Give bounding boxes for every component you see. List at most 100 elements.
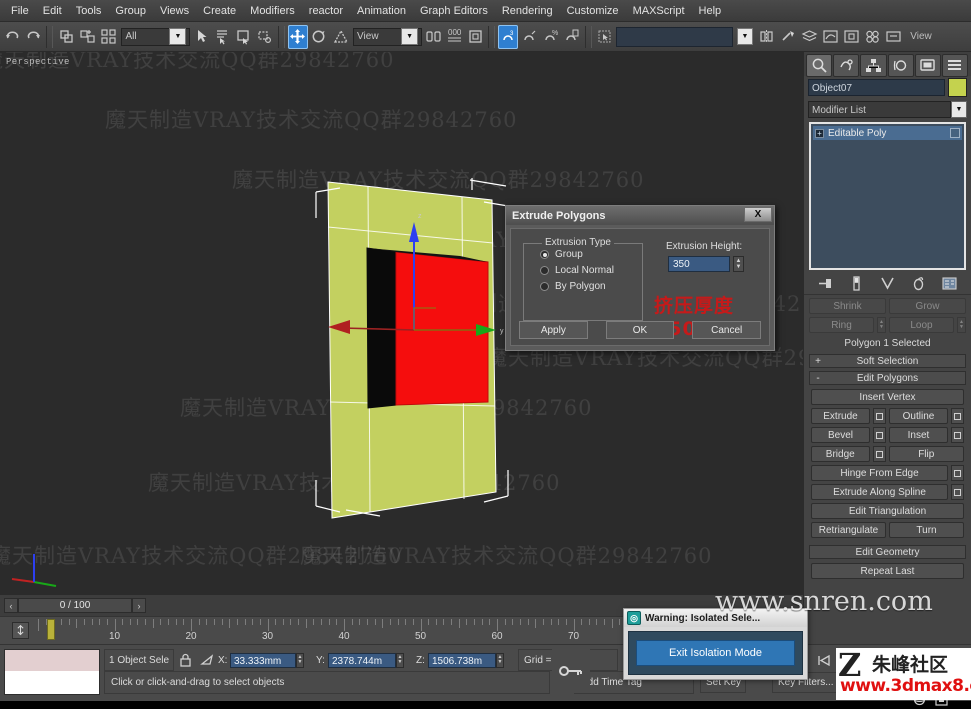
chevron-down-icon[interactable]: ▼ [951,101,967,118]
extrude-settings-icon[interactable] [873,408,886,424]
radio-icon[interactable] [540,266,549,275]
outline-settings-icon[interactable] [951,408,964,424]
configure-modifier-sets-icon[interactable] [940,274,960,292]
hinge-from-edge-button[interactable]: Hinge From Edge [811,465,948,481]
viewport-layout-combo[interactable]: View [907,28,969,46]
utilities-tab[interactable] [941,53,969,77]
ok-button[interactable]: OK [605,321,675,339]
y-spinner[interactable]: ▲ ▼ [396,652,404,668]
bevel-settings-icon[interactable] [873,427,886,443]
use-pivot-point-center-icon[interactable] [423,25,443,49]
redo-icon[interactable] [23,25,43,49]
retriangulate-button[interactable]: Retriangulate [811,522,886,538]
radio-group[interactable]: Group [540,249,642,260]
modifier-stack[interactable]: + Editable Poly [809,122,966,270]
loop-spinner[interactable]: ▲ ▼ [957,317,966,333]
named-selection-dropdown[interactable]: ▼ [734,28,756,46]
extrude-along-spline-button[interactable]: Extrude Along Spline [811,484,948,500]
rollout-edit-geometry[interactable]: Edit Geometry [809,545,966,559]
radio-icon[interactable] [540,282,549,291]
repeat-last-button[interactable]: Repeat Last [811,563,964,579]
edit-named-selection-sets-icon[interactable] [595,25,615,49]
mirror-objects-icon[interactable] [757,25,777,49]
extrude-button[interactable]: Extrude [811,408,870,424]
radio-icon[interactable] [540,250,549,259]
selection-filter-combo[interactable]: All ▼ [121,27,191,46]
radio-local-normal[interactable]: Local Normal [540,265,642,276]
radio-by-polygon[interactable]: By Polygon [540,281,642,292]
menu-item-reactor[interactable]: reactor [302,2,350,20]
y-value-input[interactable]: 2378.744m [328,652,396,668]
bridge-settings-icon[interactable] [872,446,886,462]
modifier-stack-item[interactable]: + Editable Poly [813,126,962,140]
z-value-input[interactable]: 1506.738m [428,652,496,668]
close-icon[interactable]: X [744,207,772,222]
shrink-button[interactable]: Shrink [809,298,886,314]
align-icon[interactable] [778,25,798,49]
flip-button[interactable]: Flip [888,446,964,462]
edit-triangulation-button[interactable]: Edit Triangulation [811,503,964,519]
undo-icon[interactable] [2,25,22,49]
bridge-button[interactable]: Bridge [811,446,870,462]
menu-item-group[interactable]: Group [108,2,153,20]
listener-white-pane[interactable] [5,672,99,694]
loop-button[interactable]: Loop [889,317,954,333]
ring-spinner[interactable]: ▲ ▼ [877,317,886,333]
remove-modifier-icon[interactable] [909,274,929,292]
menu-item-rendering[interactable]: Rendering [495,2,560,20]
dialog-titlebar[interactable]: Extrude Polygons X [506,206,774,225]
object-name-field[interactable]: Object07 [808,79,945,96]
unlink-selection-icon[interactable] [77,25,97,49]
bevel-button[interactable]: Bevel [811,427,870,443]
layer-manager-icon[interactable] [799,25,819,49]
time-slider-handle[interactable] [47,619,55,640]
rectangular-selection-region-icon[interactable] [234,25,254,49]
angle-snap-toggle-icon[interactable] [519,25,539,49]
named-selection-set-field[interactable] [615,26,733,47]
maxscript-mini-listener[interactable] [4,649,100,695]
menu-item-tools[interactable]: Tools [69,2,109,20]
bind-to-space-warp-icon[interactable] [98,25,118,49]
show-end-result-icon[interactable] [847,274,867,292]
display-tab[interactable] [914,53,941,77]
percent-snap-toggle-icon[interactable]: % [541,25,561,49]
menu-item-file[interactable]: File [4,2,36,20]
hinge-settings-icon[interactable] [951,465,964,481]
extrusion-height-input[interactable]: 350 [668,256,730,272]
select-by-name-icon[interactable] [213,25,233,49]
x-spinner[interactable]: ▲ ▼ [296,652,304,668]
snap-toggle-icon[interactable]: 3 [498,24,519,49]
apply-button[interactable]: Apply [519,321,588,339]
set-key-icon[interactable] [552,649,590,693]
align-toolbar-icon[interactable]: 000 [444,25,464,49]
hierarchy-tab[interactable] [860,53,887,77]
select-and-move-icon[interactable] [287,24,308,49]
ring-button[interactable]: Ring [809,317,874,333]
listener-pink-pane[interactable] [5,650,99,672]
motion-tab[interactable] [887,53,914,77]
lock-selection-icon[interactable] [174,649,196,671]
inset-settings-icon[interactable] [951,427,964,443]
render-setup-icon[interactable] [883,25,903,49]
exit-isolation-mode-button[interactable]: Exit Isolation Mode [635,640,796,666]
menu-item-maxscript[interactable]: MAXScript [626,2,692,20]
material-editor-icon[interactable] [862,25,882,49]
menu-item-edit[interactable]: Edit [36,2,69,20]
current-frame-display[interactable]: 0 / 100 [18,598,132,613]
make-unique-icon[interactable] [878,274,898,292]
window-crossing-toggle-icon[interactable] [255,25,275,49]
chevron-down-icon[interactable]: ▼ [401,28,419,45]
grow-button[interactable]: Grow [889,298,966,314]
x-value-input[interactable]: 33.333mm [230,652,296,668]
modifier-list-dropdown[interactable]: Modifier List [808,101,951,118]
go-to-start-icon[interactable] [812,650,834,670]
extrusion-height-spinner[interactable]: ▲ ▼ [733,256,744,272]
inset-button[interactable]: Inset [889,427,948,443]
expand-icon[interactable]: + [815,128,824,138]
menu-item-modifiers[interactable]: Modifiers [243,2,302,20]
chevron-down-icon[interactable]: ▼ [736,28,753,45]
create-tab[interactable] [806,53,833,77]
pin-stack-icon[interactable] [816,274,836,292]
menu-item-customize[interactable]: Customize [560,2,626,20]
spinner-snap-toggle-icon[interactable] [562,25,582,49]
